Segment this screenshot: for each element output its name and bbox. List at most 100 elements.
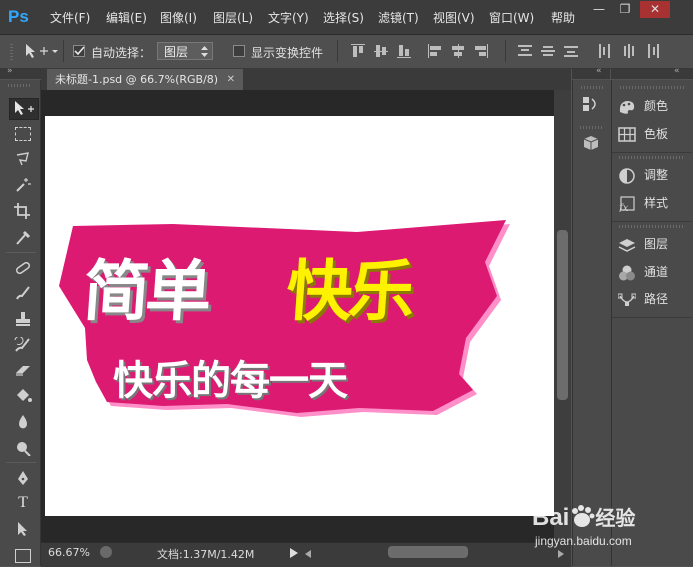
panel-layers-label: 图层 bbox=[644, 237, 669, 251]
panel-channels-label: 通道 bbox=[644, 265, 669, 279]
move-tool-icon[interactable] bbox=[13, 100, 35, 116]
auto-select-value: 图层 bbox=[164, 45, 189, 59]
mid-panel-header[interactable]: « bbox=[572, 66, 610, 79]
show-transform-checkbox[interactable] bbox=[233, 45, 245, 57]
strip-grip bbox=[580, 126, 602, 129]
distribute-top-icon[interactable] bbox=[518, 44, 532, 58]
pen-tool-icon[interactable] bbox=[14, 470, 32, 486]
marquee-tool-icon[interactable] bbox=[15, 127, 31, 141]
horizontal-scroll-thumb[interactable] bbox=[388, 546, 468, 558]
channels-icon bbox=[619, 265, 635, 280]
distribute-left-icon[interactable] bbox=[598, 44, 612, 58]
blur-tool-icon[interactable] bbox=[14, 414, 32, 430]
scroll-left-arrow-icon[interactable] bbox=[305, 550, 311, 558]
divider bbox=[505, 40, 506, 62]
minimize-button[interactable]: — bbox=[588, 1, 610, 18]
eyedropper-tool-icon[interactable] bbox=[14, 229, 32, 245]
panel-separator bbox=[612, 152, 692, 153]
distribute-vcenter-icon[interactable] bbox=[541, 44, 555, 58]
lasso-tool-icon[interactable] bbox=[14, 151, 32, 167]
menu-layer[interactable]: 图层(L) bbox=[213, 9, 253, 26]
document-size: 文档:1.37M/1.42M bbox=[157, 548, 255, 561]
healing-brush-tool-icon[interactable] bbox=[14, 260, 32, 276]
path-selection-tool-icon[interactable] bbox=[14, 521, 32, 537]
3d-panel-icon[interactable] bbox=[582, 135, 600, 151]
panel-swatches[interactable]: 色板 bbox=[618, 125, 668, 143]
align-top-icon[interactable] bbox=[351, 44, 365, 58]
expand-icon[interactable]: » bbox=[7, 66, 13, 76]
history-panel-icon[interactable] bbox=[582, 96, 600, 112]
swatches-icon bbox=[618, 126, 636, 142]
collapse-icon[interactable]: « bbox=[596, 66, 602, 76]
clone-stamp-tool-icon[interactable] bbox=[14, 311, 32, 327]
checkmark-icon bbox=[74, 46, 85, 56]
scroll-right-arrow-icon[interactable] bbox=[558, 550, 564, 558]
panel-layers[interactable]: 图层 bbox=[618, 235, 668, 253]
auto-select-checkbox[interactable] bbox=[73, 45, 85, 57]
right-panel-header[interactable]: « bbox=[611, 66, 693, 79]
align-hcenter-icon[interactable] bbox=[451, 44, 465, 58]
type-tool-icon[interactable]: T bbox=[14, 494, 32, 512]
panel-separator bbox=[612, 317, 692, 318]
styles-icon: fx bbox=[618, 195, 635, 212]
rectangle-tool-icon[interactable] bbox=[15, 549, 31, 563]
magic-wand-tool-icon[interactable] bbox=[14, 177, 32, 193]
canvas[interactable]: 简单 快乐 快乐的每一天 bbox=[45, 116, 554, 516]
art-subtitle: 快乐的每一天 bbox=[113, 358, 348, 404]
baidu-watermark: Bai 经验 bbox=[532, 502, 635, 532]
menu-file[interactable]: 文件(F) bbox=[50, 9, 90, 26]
menu-help[interactable]: 帮助 bbox=[551, 9, 575, 26]
tab-close-icon[interactable]: ✕ bbox=[227, 69, 235, 90]
spinner-arrows-icon bbox=[201, 46, 208, 57]
align-left-icon[interactable] bbox=[428, 44, 442, 58]
panel-grip bbox=[619, 225, 683, 228]
auto-select-dropdown[interactable]: 图层 bbox=[157, 42, 213, 60]
menu-edit[interactable]: 编辑(E) bbox=[106, 9, 147, 26]
menu-window[interactable]: 窗口(W) bbox=[489, 9, 534, 26]
panel-adjustments[interactable]: 调整 bbox=[618, 166, 668, 184]
panel-paths[interactable]: 路径 bbox=[618, 290, 668, 308]
color-icon bbox=[619, 100, 635, 114]
brush-tool-icon[interactable] bbox=[14, 285, 32, 301]
tools-panel-header[interactable]: » bbox=[0, 66, 41, 79]
menu-image[interactable]: 图像(I) bbox=[160, 9, 197, 26]
distribute-right-icon[interactable] bbox=[646, 44, 660, 58]
restore-button[interactable]: ❐ bbox=[614, 1, 636, 18]
align-vcenter-icon[interactable] bbox=[374, 44, 388, 58]
document-tab[interactable]: 未标题-1.psd @ 66.7%(RGB/8) ✕ bbox=[47, 69, 243, 90]
close-button[interactable]: ✕ bbox=[640, 1, 670, 18]
paint-bucket-tool-icon[interactable] bbox=[14, 388, 32, 404]
auto-select-label: 自动选择： bbox=[91, 46, 152, 60]
art-title-white: 简单 bbox=[80, 253, 211, 330]
svg-text:fx: fx bbox=[618, 203, 629, 212]
photoshop-logo: Ps bbox=[8, 7, 29, 26]
menu-filter[interactable]: 滤镜(T) bbox=[378, 9, 419, 26]
tools-grip bbox=[8, 84, 32, 87]
status-menu-arrow-icon[interactable] bbox=[290, 548, 298, 558]
panel-channels[interactable]: 通道 bbox=[618, 263, 668, 281]
history-brush-tool-icon[interactable] bbox=[14, 337, 32, 353]
menu-select[interactable]: 选择(S) bbox=[323, 9, 364, 26]
panel-separator bbox=[612, 221, 692, 222]
dodge-tool-icon[interactable] bbox=[14, 440, 32, 456]
menu-type[interactable]: 文字(Y) bbox=[268, 9, 309, 26]
menu-view[interactable]: 视图(V) bbox=[433, 9, 475, 26]
align-bottom-icon[interactable] bbox=[397, 44, 411, 58]
collapse-icon[interactable]: « bbox=[674, 66, 680, 76]
panel-styles-label: 样式 bbox=[644, 196, 669, 210]
move-tool-preset-icon[interactable] bbox=[24, 43, 58, 59]
crop-tool-icon[interactable] bbox=[14, 203, 32, 219]
status-info-icon[interactable] bbox=[100, 546, 112, 558]
panel-styles[interactable]: fx 样式 bbox=[618, 194, 668, 212]
vertical-scroll-thumb[interactable] bbox=[557, 230, 568, 400]
panel-grip bbox=[619, 156, 683, 159]
paths-icon bbox=[618, 293, 636, 306]
baidu-paw-icon bbox=[572, 505, 595, 527]
panel-color[interactable]: 颜色 bbox=[618, 97, 668, 115]
align-right-icon[interactable] bbox=[474, 44, 488, 58]
document-tab-title: 未标题-1.psd @ 66.7%(RGB/8) bbox=[55, 73, 219, 86]
distribute-bottom-icon[interactable] bbox=[564, 44, 578, 58]
eraser-tool-icon[interactable] bbox=[14, 362, 32, 378]
distribute-hcenter-icon[interactable] bbox=[622, 44, 636, 58]
zoom-level[interactable]: 66.67% bbox=[48, 546, 90, 559]
